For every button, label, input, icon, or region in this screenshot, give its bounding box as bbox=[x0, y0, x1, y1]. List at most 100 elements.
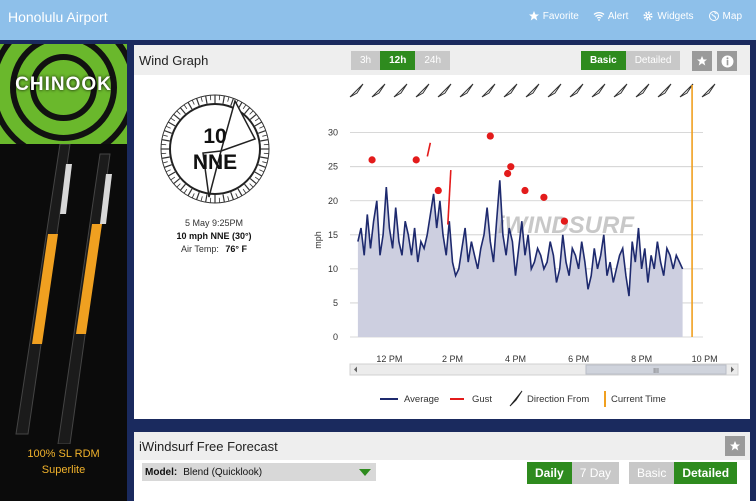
range-24h-button[interactable]: 24h bbox=[415, 51, 451, 70]
gust-marker bbox=[434, 186, 442, 195]
direction-arrow-icon bbox=[569, 83, 584, 98]
gust-marker bbox=[412, 156, 420, 164]
forecast-mode-toggle: Daily 7 Day bbox=[527, 462, 620, 484]
daily-button[interactable]: Daily bbox=[527, 462, 572, 484]
wind-graph-panel: Wind Graph 3h 12h 24h Basic Detailed 10 … bbox=[134, 45, 750, 419]
view-toggle: Basic Detailed bbox=[581, 51, 681, 70]
legend-direction-icon bbox=[509, 390, 523, 407]
direction-arrow-icon bbox=[525, 83, 540, 98]
wind-graph-title: Wind Graph bbox=[139, 53, 209, 68]
x-tick-label: 8 PM bbox=[631, 354, 652, 364]
nav-map-label: Map bbox=[722, 10, 742, 22]
nav-alert-label: Alert bbox=[607, 10, 629, 22]
direction-arrow-icon bbox=[591, 83, 606, 98]
detailed-view-button[interactable]: Detailed bbox=[625, 51, 681, 70]
direction-arrow-icon bbox=[459, 83, 474, 98]
forecast-favorite-button[interactable] bbox=[725, 436, 745, 456]
direction-arrow-icon bbox=[635, 83, 650, 98]
ad-caption-line2: Superlite bbox=[41, 464, 86, 476]
y-tick-label: 15 bbox=[328, 230, 338, 240]
ad-logo: CHINOOK bbox=[0, 44, 127, 144]
direction-arrow-icon bbox=[613, 83, 628, 98]
y-axis-label: mph bbox=[313, 231, 323, 249]
top-bar: Honolulu Airport Favorite Alert Widgets … bbox=[0, 0, 756, 40]
y-tick-label: 25 bbox=[328, 162, 338, 172]
favorite-graph-button[interactable] bbox=[692, 51, 712, 71]
direction-arrow-icon bbox=[481, 83, 496, 98]
basic-view-button[interactable]: Basic bbox=[581, 51, 626, 70]
forecast-detailed-button[interactable]: Detailed bbox=[674, 462, 738, 484]
advertisement-banner[interactable]: CHINOOK 100% SL RDM Superlite bbox=[0, 44, 127, 501]
y-tick-label: 30 bbox=[328, 128, 338, 138]
ad-brand-name: CHINOOK bbox=[15, 74, 112, 95]
y-tick-label: 0 bbox=[333, 332, 338, 342]
top-nav: Favorite Alert Widgets Map bbox=[528, 10, 742, 22]
nav-favorite[interactable]: Favorite bbox=[528, 10, 579, 22]
info-icon bbox=[721, 55, 733, 67]
direction-arrow-icon bbox=[349, 83, 364, 98]
direction-arrow-icon bbox=[679, 83, 694, 98]
nav-widgets[interactable]: Widgets bbox=[642, 10, 694, 22]
star-icon bbox=[528, 11, 539, 21]
range-3h-button[interactable]: 3h bbox=[351, 51, 381, 70]
reading-value: 10 mph NNE (30°) bbox=[176, 231, 252, 241]
direction-arrows-row bbox=[349, 83, 716, 98]
star-icon bbox=[697, 56, 707, 66]
air-temp: Air Temp: 76° F bbox=[134, 243, 294, 256]
ad-caption-line1: 100% SL RDM bbox=[27, 448, 100, 460]
scrollbar-grip: III bbox=[653, 368, 659, 375]
gust-spike bbox=[426, 142, 432, 157]
wind-compass: 10 NNE bbox=[160, 94, 270, 204]
info-button[interactable] bbox=[717, 51, 737, 71]
x-tick-label: 12 PM bbox=[376, 354, 402, 364]
legend-direction-label: Direction From bbox=[527, 394, 589, 405]
range-12h-button[interactable]: 12h bbox=[380, 51, 416, 70]
gust-marker bbox=[368, 156, 376, 164]
y-tick-label: 20 bbox=[328, 196, 338, 206]
model-value: Blend (Quicklook) bbox=[183, 466, 263, 478]
current-conditions: 5 May 9:25PM 10 mph NNE (30°) Air Temp: … bbox=[134, 217, 294, 256]
legend-current-time-label: Current Time bbox=[611, 394, 666, 405]
range-toggle: 3h 12h 24h bbox=[351, 51, 451, 70]
forecast-view-toggle: Basic Detailed bbox=[629, 462, 738, 484]
x-tick-label: 4 PM bbox=[505, 354, 526, 364]
direction-arrow-icon bbox=[437, 83, 452, 98]
chevron-down-icon bbox=[359, 469, 371, 476]
compass-speed: 10 bbox=[203, 125, 226, 148]
nav-widgets-label: Widgets bbox=[657, 10, 694, 22]
gust-marker bbox=[540, 193, 548, 201]
direction-arrow-icon bbox=[371, 83, 386, 98]
average-area bbox=[357, 180, 683, 337]
forecast-basic-button[interactable]: Basic bbox=[629, 462, 675, 484]
direction-arrow-icon bbox=[547, 83, 562, 98]
gust-marker bbox=[560, 217, 568, 225]
x-tick-label: 2 PM bbox=[442, 354, 463, 364]
y-tick-label: 10 bbox=[328, 264, 338, 274]
gust-spike bbox=[447, 170, 452, 225]
forecast-header: iWindsurf Free Forecast bbox=[134, 432, 750, 460]
gust-marker bbox=[507, 163, 515, 171]
gust-marker bbox=[486, 132, 494, 140]
gust-marker bbox=[521, 186, 529, 195]
star-icon bbox=[730, 441, 740, 451]
y-tick-label: 5 bbox=[333, 298, 338, 308]
seven-day-button[interactable]: 7 Day bbox=[571, 462, 620, 484]
nav-alert[interactable]: Alert bbox=[593, 10, 629, 22]
legend-gust-label: Gust bbox=[472, 394, 492, 405]
model-select[interactable]: Model: Blend (Quicklook) bbox=[142, 463, 376, 481]
x-tick-label: 6 PM bbox=[568, 354, 589, 364]
wifi-icon bbox=[593, 12, 605, 21]
x-tick-label: 10 PM bbox=[692, 354, 718, 364]
page-title: Honolulu Airport bbox=[8, 9, 108, 25]
model-label: Model: bbox=[145, 466, 178, 478]
globe-icon bbox=[708, 11, 719, 21]
nav-map[interactable]: Map bbox=[708, 10, 742, 22]
gust-markers bbox=[368, 132, 568, 225]
x-axis-ticks: 12 PM 2 PM 4 PM 6 PM 8 PM 10 PM bbox=[376, 354, 717, 364]
gear-icon bbox=[643, 11, 653, 21]
gust-marker bbox=[504, 169, 512, 178]
legend-average-label: Average bbox=[404, 394, 439, 405]
direction-arrow-icon bbox=[701, 83, 716, 98]
direction-arrow-icon bbox=[657, 83, 672, 98]
ad-caption: 100% SL RDM Superlite bbox=[0, 446, 127, 478]
